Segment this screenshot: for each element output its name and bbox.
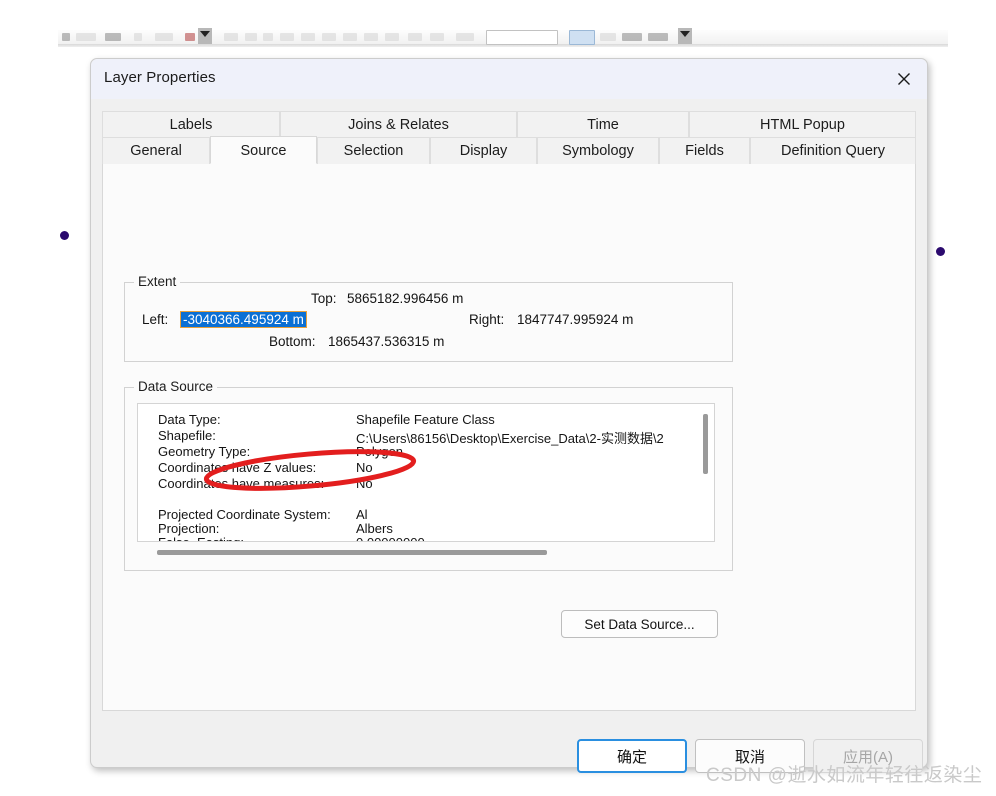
dialog-titlebar[interactable]: Layer Properties: [91, 59, 927, 99]
toolbar-icon-9[interactable]: [263, 33, 273, 41]
extent-right-value: 1847747.995924 m: [517, 312, 634, 327]
tab-fields[interactable]: Fields: [659, 137, 750, 164]
extent-group: Extent Top: 5865182.996456 m Left: -3040…: [124, 274, 733, 362]
tab-general[interactable]: General: [102, 137, 210, 164]
toolbar-icon-12[interactable]: [322, 33, 336, 41]
toolbar-icon-11[interactable]: [301, 33, 315, 41]
list-item-key: False_Easting:: [158, 535, 244, 541]
extent-bottom-label: Bottom:: [269, 334, 316, 349]
toolbar-icon-19[interactable]: [569, 30, 595, 45]
toolbar-icon-6[interactable]: [185, 33, 195, 41]
toolbar-icon-3[interactable]: [105, 33, 121, 41]
layer-properties-dialog: Layer Properties Extent Top: 5865182.996…: [90, 58, 928, 773]
list-item-value: Polygon: [356, 444, 403, 459]
toolbar-icon-13[interactable]: [343, 33, 357, 41]
data-source-group-label: Data Source: [134, 379, 218, 394]
toolbar-icon-1[interactable]: [62, 33, 70, 41]
list-item-value: Al: [356, 507, 368, 522]
tab-labels[interactable]: Labels: [102, 111, 280, 138]
tab-definition-query[interactable]: Definition Query: [750, 137, 916, 164]
toolbar-icon-16[interactable]: [408, 33, 422, 41]
tab-html-popup[interactable]: HTML Popup: [689, 111, 916, 138]
close-icon[interactable]: [887, 64, 921, 94]
extent-left-input[interactable]: -3040366.495924 m: [180, 311, 307, 328]
data-source-horizontal-scrollbar[interactable]: [137, 545, 715, 559]
list-item-key: Geometry Type:: [158, 444, 251, 459]
list-item-key: Projected Coordinate System:: [158, 507, 331, 522]
list-item-value: No: [356, 460, 373, 475]
tab-row-secondary: General Source Selection Display Symbolo…: [102, 136, 916, 164]
list-item-value: Shapefile Feature Class: [356, 412, 495, 427]
data-source-group: Data Source Data Type: Shapefile Feature…: [124, 379, 733, 571]
toolbar-icon-8[interactable]: [245, 33, 257, 41]
tab-display[interactable]: Display: [430, 137, 537, 164]
extent-group-label: Extent: [134, 274, 181, 289]
extent-top-label: Top:: [311, 291, 337, 306]
toolbar-icon-10[interactable]: [280, 33, 294, 41]
tab-symbology[interactable]: Symbology: [537, 137, 659, 164]
scrollbar-thumb[interactable]: [157, 550, 547, 555]
list-item-key: Data Type:: [158, 412, 221, 427]
chevron-down-icon[interactable]: [680, 31, 690, 37]
tab-source[interactable]: Source: [210, 136, 317, 164]
toolbar-icon-20[interactable]: [600, 33, 616, 41]
toolbar-icon-4[interactable]: [134, 33, 142, 41]
list-item-key: Coordinates have measures:: [158, 476, 325, 491]
scrollbar-thumb[interactable]: [703, 414, 708, 474]
tab-time[interactable]: Time: [517, 111, 689, 138]
toolbar-icon-17[interactable]: [430, 33, 444, 41]
toolbar-icon-22[interactable]: [648, 33, 668, 41]
tab-content-panel: Extent Top: 5865182.996456 m Left: -3040…: [102, 137, 916, 711]
tab-row-primary: Labels Joins & Relates Time HTML Popup: [102, 111, 916, 138]
left-marker-dot: [60, 231, 69, 240]
list-item-key: Projection:: [158, 521, 220, 536]
right-marker-dot: [936, 247, 945, 256]
tab-bar: Labels Joins & Relates Time HTML Popup G…: [102, 111, 916, 164]
watermark-text: CSDN @逝水如流年轻往返染尘: [706, 765, 983, 786]
toolbar-icon-2[interactable]: [76, 33, 96, 41]
list-item-key: Coordinates have Z values:: [158, 460, 317, 475]
list-item-value: No: [356, 476, 373, 491]
toolbar-icon-21[interactable]: [622, 33, 642, 41]
extent-left-label: Left:: [142, 312, 169, 327]
list-item-key: Shapefile:: [158, 428, 216, 443]
data-source-vertical-scrollbar[interactable]: [698, 405, 713, 541]
extent-bottom-value: 1865437.536315 m: [328, 334, 445, 349]
ok-button[interactable]: 确定: [577, 739, 687, 773]
extent-right-label: Right:: [469, 312, 505, 327]
chevron-down-icon[interactable]: [200, 31, 210, 37]
tab-joins-relates[interactable]: Joins & Relates: [280, 111, 517, 138]
set-data-source-button[interactable]: Set Data Source...: [561, 610, 718, 638]
extent-top-value: 5865182.996456 m: [347, 291, 464, 306]
toolbar-icon-18[interactable]: [456, 33, 474, 41]
tab-selection[interactable]: Selection: [317, 137, 430, 164]
toolbar-scale-input[interactable]: [486, 30, 558, 45]
page-title: Layer Properties: [104, 69, 216, 86]
toolbar-icon-7[interactable]: [224, 33, 238, 41]
toolbar-icon-5[interactable]: [155, 33, 173, 41]
list-item-value: 0.00000000: [356, 535, 425, 541]
data-source-details-list[interactable]: Data Type: Shapefile Feature Class Shape…: [137, 403, 715, 542]
list-item-value: Albers: [356, 521, 393, 536]
toolbar-icon-15[interactable]: [385, 33, 399, 41]
toolbar-icon-14[interactable]: [364, 33, 378, 41]
